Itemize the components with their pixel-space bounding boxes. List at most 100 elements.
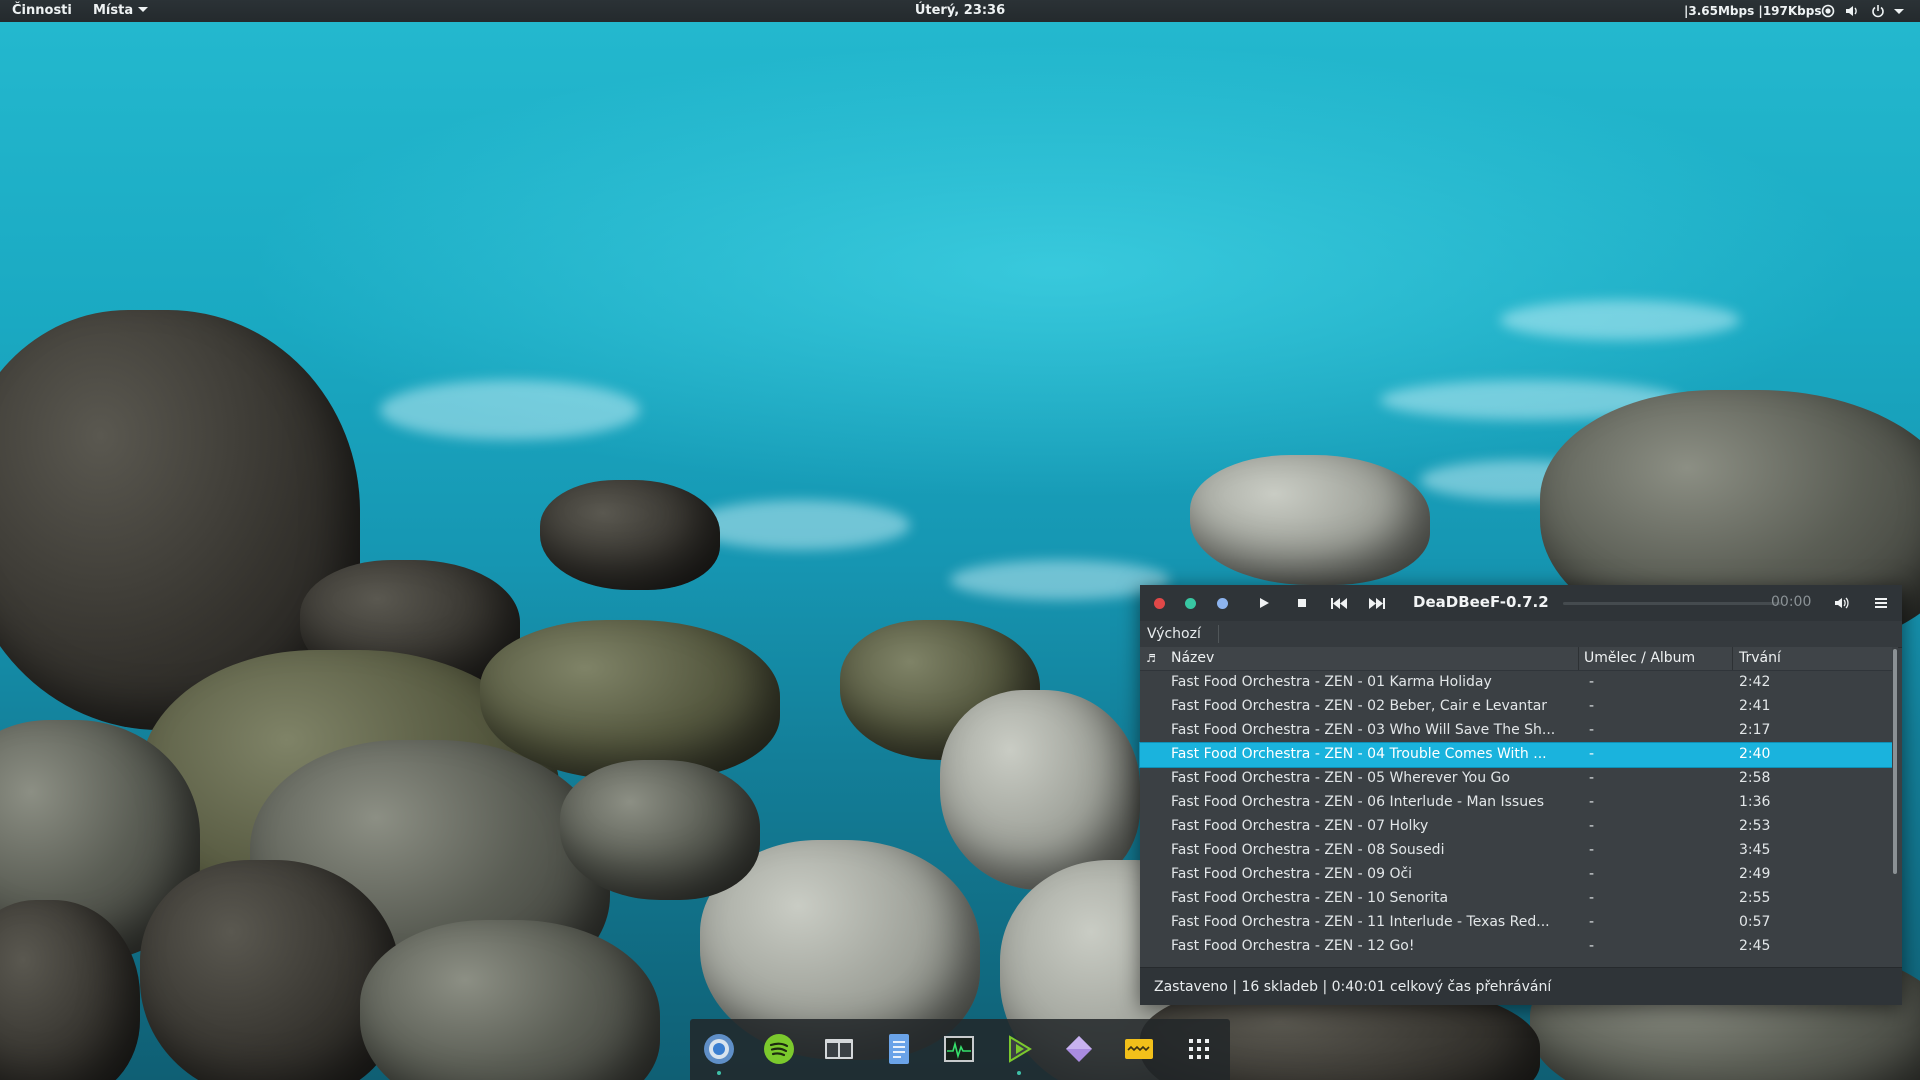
window-title: DeaDBeeF-0.7.2 xyxy=(1413,593,1549,611)
next-button[interactable] xyxy=(1366,593,1388,613)
track-duration: 2:42 xyxy=(1739,674,1771,690)
previous-icon xyxy=(1331,597,1347,609)
track-title: Fast Food Orchestra - ZEN - 04 Trouble C… xyxy=(1171,746,1547,762)
track-duration: 3:45 xyxy=(1739,842,1771,858)
track-title: Fast Food Orchestra - ZEN - 02 Beber, Ca… xyxy=(1171,698,1548,714)
tab-divider xyxy=(1218,625,1219,643)
track-duration: 2:49 xyxy=(1739,866,1771,882)
playlist-scrollbar[interactable] xyxy=(1892,647,1898,952)
track-artist: - xyxy=(1589,842,1595,858)
player-toolbar: DeaDBeeF-0.7.2 00:00 xyxy=(1140,585,1902,622)
system-menu-chevron-icon[interactable] xyxy=(1894,9,1904,14)
scrollbar-thumb[interactable] xyxy=(1893,649,1897,874)
track-artist: - xyxy=(1589,890,1595,906)
track-row[interactable]: Fast Food Orchestra - ZEN - 08 Sousedi - 3… xyxy=(1140,839,1896,863)
clock[interactable]: Úterý, 23:36 xyxy=(0,3,1920,18)
menu-button[interactable] xyxy=(1870,593,1892,613)
track-title: Fast Food Orchestra - ZEN - 10 Senorita xyxy=(1171,890,1449,906)
track-row[interactable]: Fast Food Orchestra - ZEN - 01 Karma Hol… xyxy=(1140,671,1896,695)
netspeed-indicator[interactable]: |3.65Mbps |197Kbps xyxy=(1684,4,1821,18)
volume-icon[interactable] xyxy=(1845,4,1859,18)
track-artist: - xyxy=(1589,674,1595,690)
running-indicator xyxy=(1017,1071,1021,1075)
system-monitor-icon[interactable] xyxy=(941,1031,977,1067)
track-row[interactable]: Fast Food Orchestra - ZEN - 10 Senorita -… xyxy=(1140,887,1896,911)
track-row[interactable]: Fast Food Orchestra - ZEN - 05 Wherever … xyxy=(1140,767,1896,791)
playlist-header: ♬ Název Umělec / Album Trvání xyxy=(1140,647,1896,671)
clock-label: Úterý, 23:36 xyxy=(914,3,1006,18)
network-icon[interactable] xyxy=(1821,4,1835,18)
play-button[interactable] xyxy=(1253,593,1275,613)
text-editor-icon[interactable] xyxy=(881,1031,917,1067)
track-title: Fast Food Orchestra - ZEN - 01 Karma Hol… xyxy=(1171,674,1492,690)
spotify-icon[interactable] xyxy=(761,1031,797,1067)
seek-bar[interactable] xyxy=(1563,602,1781,605)
track-row[interactable]: Fast Food Orchestra - ZEN - 09 Oči - 2:49 xyxy=(1140,863,1896,887)
track-duration: 2:55 xyxy=(1739,890,1771,906)
column-artist[interactable]: Umělec / Album xyxy=(1584,650,1695,666)
track-artist: - xyxy=(1589,722,1595,738)
playing-column-icon[interactable]: ♬ xyxy=(1146,652,1156,665)
track-artist: - xyxy=(1589,866,1595,882)
track-duration: 2:58 xyxy=(1739,770,1771,786)
playlist-tabs: Výchozí xyxy=(1140,621,1902,648)
track-title: Fast Food Orchestra - ZEN - 11 Interlude… xyxy=(1171,914,1550,930)
column-duration[interactable]: Trvání xyxy=(1739,650,1781,666)
track-artist: - xyxy=(1589,818,1595,834)
track-title: Fast Food Orchestra - ZEN - 05 Wherever … xyxy=(1171,770,1510,786)
track-artist: - xyxy=(1589,746,1595,762)
stop-button[interactable] xyxy=(1291,593,1313,613)
track-row-selected[interactable]: Fast Food Orchestra - ZEN - 04 Trouble C… xyxy=(1139,742,1897,768)
close-button[interactable] xyxy=(1154,598,1165,609)
track-title: Fast Food Orchestra - ZEN - 08 Sousedi xyxy=(1171,842,1445,858)
power-icon[interactable] xyxy=(1871,4,1885,18)
next-icon xyxy=(1369,597,1385,609)
playlist: Fast Food Orchestra - ZEN - 01 Karma Hol… xyxy=(1139,671,1897,959)
column-divider[interactable] xyxy=(1732,647,1733,670)
track-artist: - xyxy=(1589,914,1595,930)
column-divider[interactable] xyxy=(1578,647,1579,670)
maximize-button[interactable] xyxy=(1217,598,1228,609)
playback-time: 00:00 xyxy=(1771,594,1812,610)
track-row[interactable]: Fast Food Orchestra - ZEN - 03 Who Will … xyxy=(1140,719,1896,743)
minimize-button[interactable] xyxy=(1185,598,1196,609)
play-icon xyxy=(1260,598,1269,608)
track-row[interactable]: Fast Food Orchestra - ZEN - 06 Interlude… xyxy=(1140,791,1896,815)
gem-icon[interactable] xyxy=(1061,1031,1097,1067)
tab-default-playlist[interactable]: Výchozí xyxy=(1147,626,1201,642)
app-grid-icon[interactable] xyxy=(1181,1031,1217,1067)
track-duration: 2:53 xyxy=(1739,818,1771,834)
previous-button[interactable] xyxy=(1328,593,1350,613)
track-row[interactable]: Fast Food Orchestra - ZEN - 07 Holky - 2:5… xyxy=(1140,815,1896,839)
track-artist: - xyxy=(1589,794,1595,810)
track-title: Fast Food Orchestra - ZEN - 09 Oči xyxy=(1171,866,1413,882)
track-row[interactable]: Fast Food Orchestra - ZEN - 12 Go! - 2:45 xyxy=(1140,935,1896,959)
track-duration: 0:57 xyxy=(1739,914,1771,930)
speaker-icon xyxy=(1835,597,1849,609)
status-bar: Zastaveno | 16 skladeb | 0:40:01 celkový… xyxy=(1140,967,1902,1005)
status-text: Zastaveno | 16 skladeb | 0:40:01 celkový… xyxy=(1154,979,1552,995)
track-title: Fast Food Orchestra - ZEN - 06 Interlude… xyxy=(1171,794,1545,810)
track-duration: 1:36 xyxy=(1739,794,1771,810)
deadbeef-icon[interactable] xyxy=(1001,1031,1037,1067)
track-title: Fast Food Orchestra - ZEN - 03 Who Will … xyxy=(1171,722,1556,738)
track-artist: - xyxy=(1589,770,1595,786)
track-row[interactable]: Fast Food Orchestra - ZEN - 02 Beber, Ca… xyxy=(1140,695,1896,719)
hamburger-icon xyxy=(1875,598,1887,608)
notes-icon[interactable] xyxy=(1121,1031,1157,1067)
running-indicator xyxy=(717,1071,721,1075)
chromium-icon[interactable] xyxy=(701,1031,737,1067)
track-title: Fast Food Orchestra - ZEN - 07 Holky xyxy=(1171,818,1429,834)
track-title: Fast Food Orchestra - ZEN - 12 Go! xyxy=(1171,938,1415,954)
track-duration: 2:17 xyxy=(1739,722,1771,738)
track-duration: 2:41 xyxy=(1739,698,1771,714)
track-row[interactable]: Fast Food Orchestra - ZEN - 11 Interlude… xyxy=(1140,911,1896,935)
file-manager-icon[interactable] xyxy=(821,1031,857,1067)
volume-button[interactable] xyxy=(1831,593,1853,613)
column-title[interactable]: Název xyxy=(1171,650,1214,666)
stop-icon xyxy=(1298,599,1306,607)
track-artist: - xyxy=(1589,938,1595,954)
deadbeef-window: DeaDBeeF-0.7.2 00:00 Výchozí ♬ Název Umě… xyxy=(1139,585,1902,1005)
dock xyxy=(690,1019,1230,1080)
track-duration: 2:40 xyxy=(1739,746,1771,762)
